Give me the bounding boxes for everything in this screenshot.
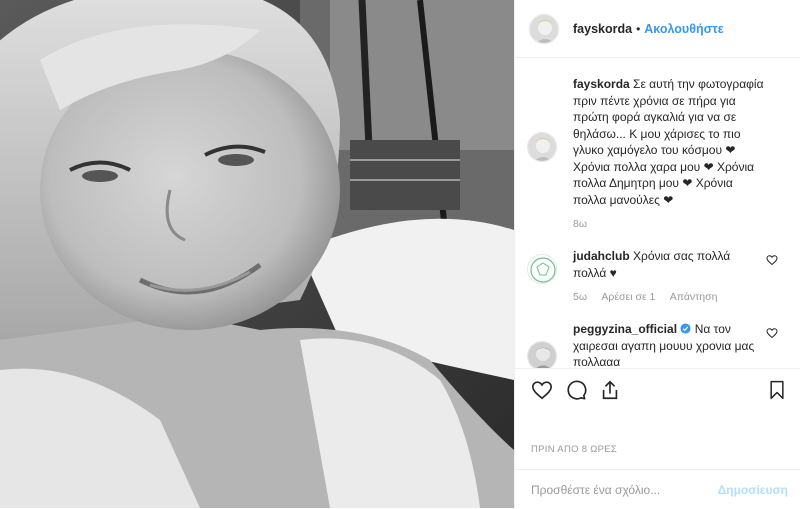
comment-item: judahclub Χρόνια σας πολλά πολλά ♥ 5ω Αρ… (515, 248, 800, 303)
add-comment-bar: Προσθέστε ένα σχόλιο... Δημοσίευση (515, 469, 800, 509)
caption-meta: 8ω (573, 218, 764, 230)
caption-text-block: fayskorda Σε αυτή την φωτογραφία πριν πέ… (573, 76, 764, 208)
share-icon[interactable] (599, 379, 621, 401)
comment-text-block: judahclub Χρόνια σας πολλά πολλά ♥ (573, 248, 764, 281)
comment-age[interactable]: 5ω (573, 291, 587, 303)
comment-input[interactable]: Προσθέστε ένα σχόλιο... (531, 483, 660, 497)
comment-username[interactable]: peggyzina_official (573, 322, 677, 336)
caption-username[interactable]: fayskorda (573, 77, 630, 91)
verified-icon (680, 323, 691, 334)
follow-button[interactable]: Ακολουθήστε (644, 22, 723, 36)
reply-button[interactable]: Απάντηση (670, 291, 718, 303)
post-photo[interactable] (0, 0, 514, 508)
instagram-post: fayskorda • Ακολουθήστε fayskorda Σε αυτ… (0, 0, 800, 508)
comments-section: fayskorda Σε αυτή την φωτογραφία πριν πέ… (515, 58, 800, 368)
comment-item: peggyzina_official Να τον χαιρεσαι αγαπη… (515, 321, 800, 368)
bookmark-icon[interactable] (767, 379, 787, 401)
comment-likes[interactable]: Αρέσει σε 1 (601, 291, 655, 303)
post-timestamp[interactable]: ΠΡΙΝ ΑΠΟ 8 ΩΡΕΣ (531, 444, 617, 455)
comment-text-block: peggyzina_official Να τον χαιρεσαι αγαπη… (573, 321, 764, 368)
caption-text: Σε αυτή την φωτογραφία πριν πέντε χρόνια… (573, 77, 764, 207)
comment-icon[interactable] (565, 379, 587, 401)
avatar[interactable] (527, 132, 557, 162)
avatar[interactable] (527, 341, 557, 368)
heart-icon[interactable] (531, 379, 553, 401)
avatar[interactable] (529, 13, 559, 44)
post-side-panel: fayskorda • Ακολουθήστε fayskorda Σε αυτ… (514, 0, 800, 508)
caption: fayskorda Σε αυτή την φωτογραφία πριν πέ… (515, 76, 800, 230)
comment-username[interactable]: judahclub (573, 249, 630, 263)
small-heart-icon[interactable] (766, 254, 778, 266)
photo-image (0, 0, 514, 508)
action-bar (515, 368, 800, 411)
comment-meta: 5ω Αρέσει σε 1 Απάντηση (573, 291, 764, 303)
header-username[interactable]: fayskorda (573, 22, 632, 36)
post-comment-button[interactable]: Δημοσίευση (718, 483, 788, 497)
small-heart-icon[interactable] (766, 327, 778, 339)
caption-age[interactable]: 8ω (573, 218, 587, 230)
avatar[interactable] (527, 254, 557, 284)
post-header: fayskorda • Ακολουθήστε (515, 0, 800, 58)
header-separator: • (636, 21, 641, 36)
